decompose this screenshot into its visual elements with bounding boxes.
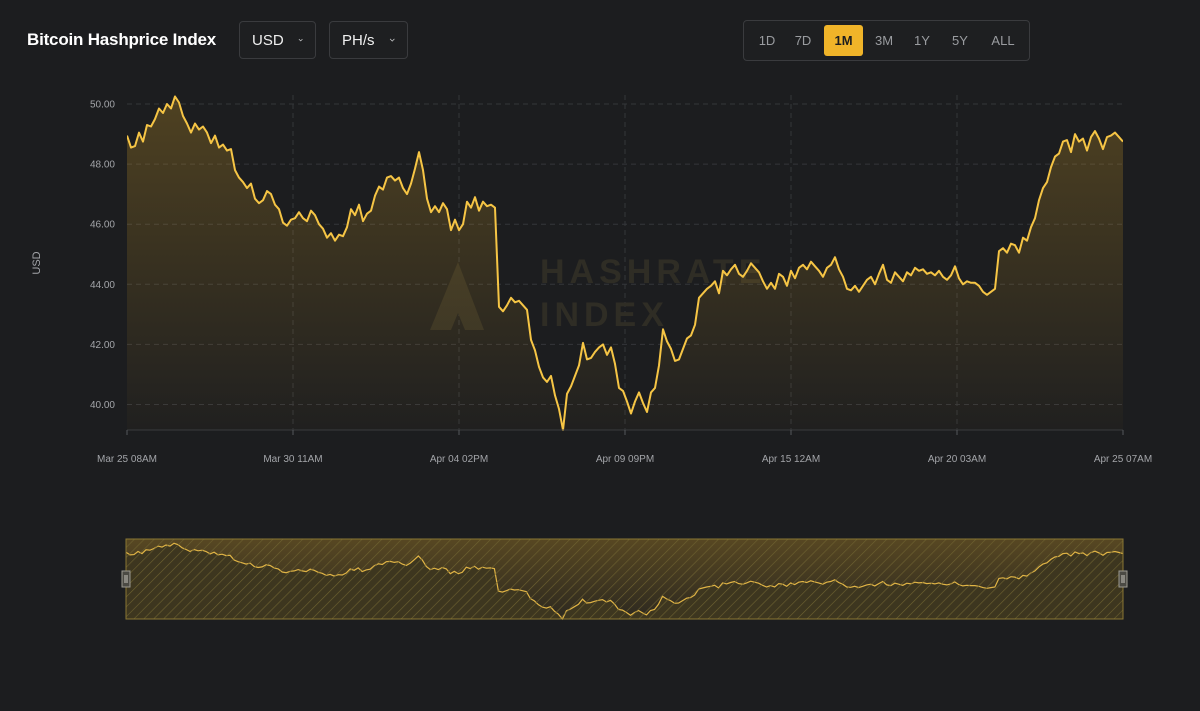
x-tick-label: Apr 15 12AM <box>762 454 820 465</box>
range-navigator[interactable] <box>121 538 1128 621</box>
watermark-line2: INDEX <box>540 296 669 334</box>
y-tick-label: 46.00 <box>90 220 115 231</box>
y-tick-label: 48.00 <box>90 160 115 171</box>
y-tick-label: 40.00 <box>90 400 115 411</box>
x-tick-label: Apr 25 07AM <box>1094 454 1152 465</box>
navigator-handle-right[interactable] <box>1118 570 1128 588</box>
y-axis-title: USD <box>31 251 43 274</box>
y-tick-label: 44.00 <box>90 280 115 291</box>
x-tick-label: Apr 20 03AM <box>928 454 986 465</box>
y-tick-label: 50.00 <box>90 100 115 111</box>
x-tick-label: Mar 25 08AM <box>97 454 157 465</box>
x-tick-label: Mar 30 11AM <box>263 454 322 465</box>
navigator-selection[interactable] <box>126 539 1123 619</box>
y-tick-label: 42.00 <box>90 340 115 351</box>
navigator-handle-left[interactable] <box>121 570 131 588</box>
x-tick-label: Apr 09 09PM <box>596 454 654 465</box>
y-axis: 40.00 42.00 44.00 46.00 48.00 50.00 <box>90 100 115 411</box>
x-axis: Mar 25 08AM Mar 30 11AM Apr 04 02PM Apr 09 … <box>97 430 1152 465</box>
hashprice-chart: HASHRATE INDEX 40.0042.0044.0046.0048.00… <box>31 95 1152 621</box>
x-tick-label: Apr 04 02PM <box>430 454 488 465</box>
